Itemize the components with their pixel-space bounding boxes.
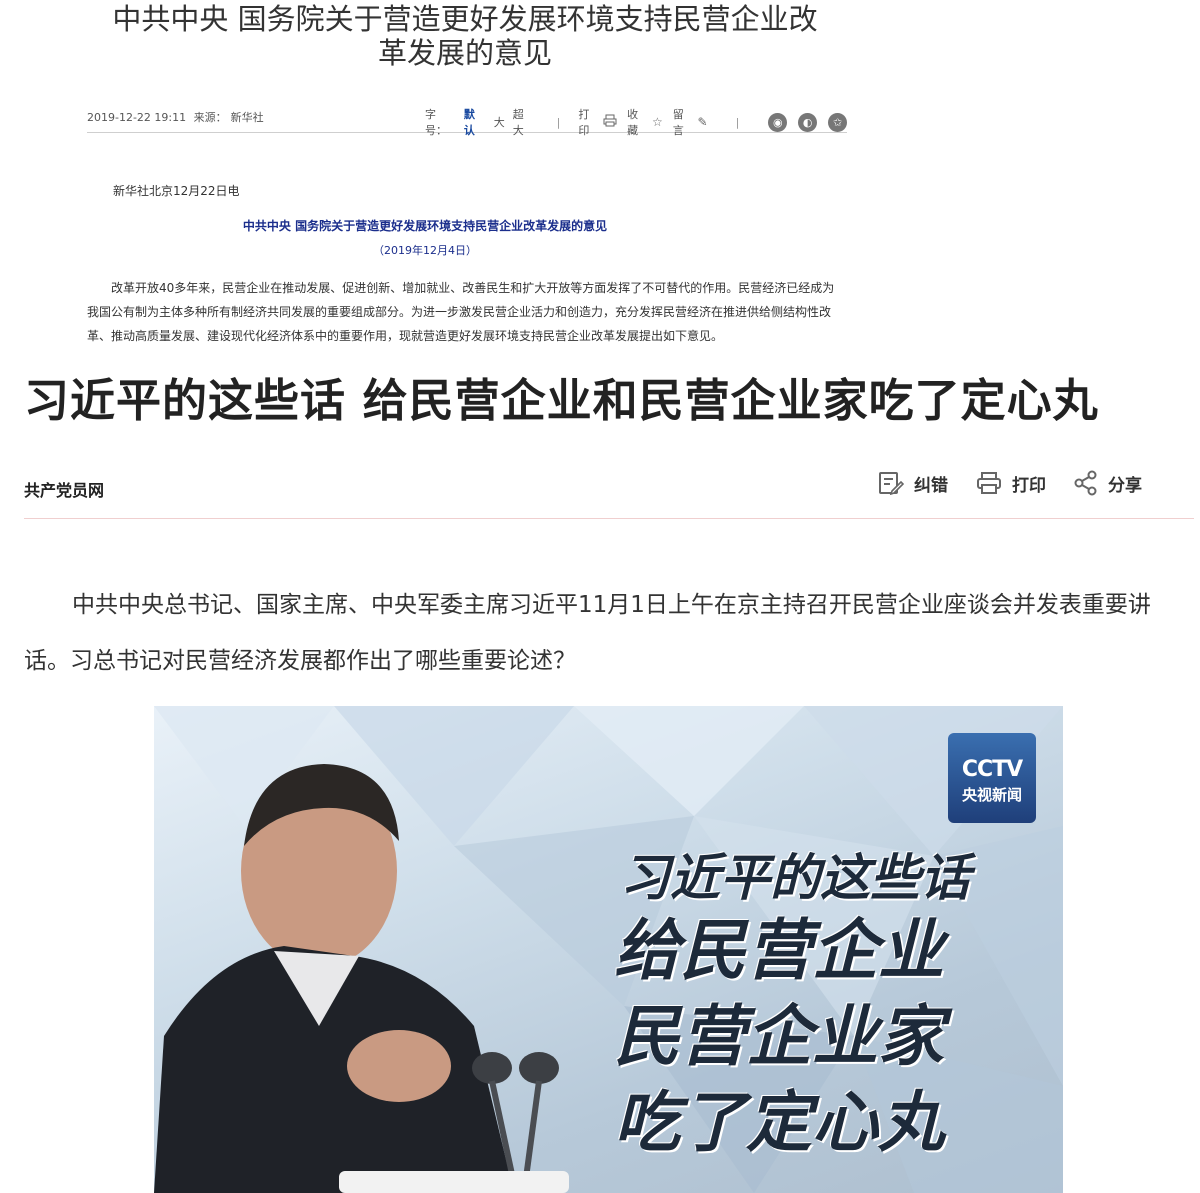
image-slogan: 习近平的这些话 给民营企业 民营企业家 吃了定心丸 — [614, 848, 1034, 1166]
source-name: 共产党员网 — [24, 481, 105, 500]
document-date: （2019年12月4日） — [373, 244, 477, 257]
top-title-line1: 中共中央 国务院关于营造更好发展环境支持民营企业改 — [112, 2, 818, 36]
dateline: 新华社北京12月22日电 — [113, 184, 240, 198]
share-button[interactable]: 分享 — [1074, 470, 1142, 496]
wechat-icon[interactable]: ◐ — [798, 112, 818, 132]
print-label: 打印 — [1012, 475, 1046, 496]
meta-info: 2019-12-22 19:11 来源： 新华社 — [87, 109, 268, 125]
slogan-line: 给民营企业 — [614, 912, 944, 989]
slogan-line: 吃了定心丸 — [614, 1084, 944, 1161]
article-body: 中共中央总书记、国家主席、中央军委主席习近平11月1日上午在京主持召开民营企业座… — [24, 592, 1151, 674]
slogan-line: 民营企业家 — [614, 998, 944, 1075]
divider: | — [735, 115, 740, 129]
font-size-label: 字号： — [425, 108, 447, 137]
print-button[interactable]: 打印 — [578, 106, 617, 138]
comment-label: 留言 — [672, 108, 684, 137]
star-outline-icon: ☆ — [651, 115, 663, 129]
share-label: 分享 — [1108, 475, 1142, 496]
weibo-icon[interactable]: ◉ — [768, 112, 788, 132]
top-article-title: 中共中央 国务院关于营造更好发展环境支持民营企业改 革发展的意见 — [70, 2, 860, 70]
correct-label: 纠错 — [914, 475, 948, 496]
meta-actions: 字号： 默认 大 超大 | 打印 收藏 ☆ 留言 ✎ | ◉ ◐ ✩ — [425, 106, 848, 138]
font-size-default[interactable]: 默认 — [464, 106, 486, 138]
edit-document-icon — [879, 472, 904, 495]
article-meta-bar: 2019-12-22 19:11 来源： 新华社 字号： 默认 大 超大 | 打印… — [87, 104, 848, 137]
headline: 习近平的这些话 给民营企业和民营企业家吃了定心丸 — [24, 374, 1099, 427]
source-label: 来源： — [193, 111, 227, 124]
favorite-star-icon[interactable]: ✩ — [828, 112, 848, 132]
correct-button[interactable]: 纠错 — [878, 471, 948, 496]
slogan-line: 习近平的这些话 — [620, 849, 970, 907]
printer-icon — [977, 472, 1001, 494]
collect-label: 收藏 — [627, 108, 639, 137]
article-tools: 纠错 打印 分享 — [878, 470, 1142, 496]
microphone-icon — [472, 1052, 512, 1084]
pencil-icon: ✎ — [697, 115, 708, 129]
print-label: 打印 — [578, 108, 590, 137]
printer-icon — [603, 114, 617, 130]
cctv-logo-subtitle: 央视新闻 — [961, 786, 1022, 804]
share-icon — [1074, 470, 1097, 496]
top-title-line2: 革发展的意见 — [377, 36, 552, 70]
collect-button[interactable]: 收藏 ☆ — [627, 106, 663, 138]
print-button[interactable]: 打印 — [976, 471, 1046, 496]
microphone-icon — [519, 1052, 559, 1084]
publish-datetime: 2019-12-22 19:11 — [87, 111, 187, 124]
cctv-logo-text: CCTV — [961, 757, 1023, 782]
article-paragraph: 改革开放40多年来，民营企业在推动发展、促进创新、增加就业、改善民生和扩大开放等… — [87, 281, 835, 343]
source-name: 新华社 — [230, 111, 264, 124]
divider: | — [556, 115, 561, 129]
comment-button[interactable]: 留言 ✎ — [673, 106, 708, 138]
font-size-xlarge[interactable]: 超大 — [513, 106, 535, 138]
font-size-large[interactable]: 大 — [494, 114, 505, 130]
divider-line — [24, 518, 1194, 519]
person-hand — [347, 1030, 451, 1102]
cctv-logo: CCTV 央视新闻 — [948, 733, 1036, 823]
document-title: 中共中央 国务院关于营造更好发展环境支持民营企业改革发展的意见 — [242, 219, 608, 233]
article-image: CCTV 央视新闻 习近平的这些话 给民营企业 民营企业家 吃了定心丸 — [154, 706, 1063, 1193]
